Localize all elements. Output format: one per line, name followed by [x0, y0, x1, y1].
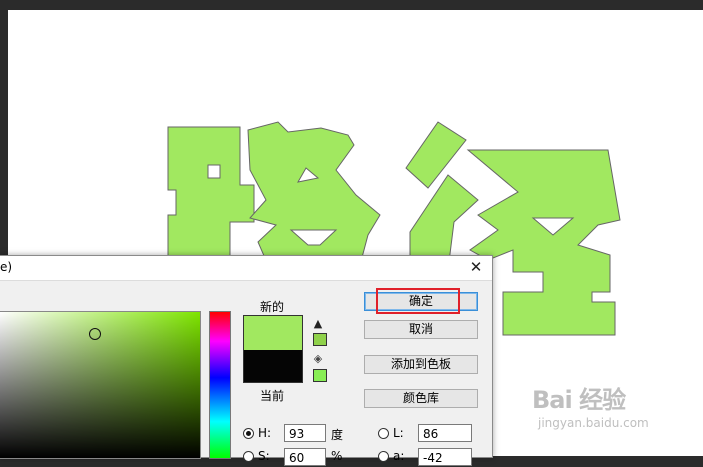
char-lu-right	[247, 121, 381, 266]
highlight-box	[376, 288, 460, 314]
watermark-url: jingyan.baidu.com	[538, 416, 649, 430]
dialog-titlebar[interactable]: e) ✕	[0, 256, 492, 281]
s-label: S:	[258, 449, 270, 463]
a-input[interactable]: -42	[418, 448, 472, 466]
new-color-swatch	[243, 315, 303, 351]
char-lu-left	[167, 126, 255, 271]
new-color-label: 新的	[260, 300, 285, 314]
char-jing-left	[405, 121, 479, 273]
cube-icon[interactable]: ◈	[312, 353, 324, 365]
dialog-title: e)	[0, 260, 13, 274]
l-input[interactable]: 86	[418, 424, 472, 442]
h-input[interactable]: 93	[284, 424, 326, 442]
h-label: H:	[258, 426, 272, 440]
hue-slider[interactable]	[209, 311, 231, 459]
current-color-label: 当前	[260, 389, 285, 403]
h-radio[interactable]	[243, 428, 254, 439]
watermark: Bai 经验 jingyan.baidu.com	[532, 380, 702, 440]
cancel-button[interactable]: 取消	[364, 320, 478, 339]
s-input[interactable]: 60	[284, 448, 326, 466]
s-unit: %	[331, 449, 343, 463]
watermark-logo: Bai 经验	[532, 386, 626, 414]
current-color-swatch[interactable]	[243, 350, 303, 383]
color-picker-dialog: e) ✕ 新的 当前 ▲ ◈ 确定 取消 添加到色板 颜色库 H: 93 度 S…	[0, 255, 493, 466]
s-radio[interactable]	[243, 451, 254, 462]
close-icon[interactable]: ✕	[468, 259, 484, 275]
l-radio[interactable]	[378, 428, 389, 439]
warning-icon[interactable]: ▲	[312, 318, 324, 330]
add-to-swatches-button[interactable]: 添加到色板	[364, 355, 478, 374]
h-unit: 度	[331, 428, 344, 442]
l-label: L:	[393, 426, 404, 440]
web-safe-swatch[interactable]	[313, 369, 327, 382]
color-libraries-button[interactable]: 颜色库	[364, 389, 478, 408]
saturation-value-field[interactable]	[0, 311, 201, 459]
color-cursor[interactable]	[89, 328, 101, 340]
gamut-swatch[interactable]	[313, 333, 327, 346]
a-radio[interactable]	[378, 451, 389, 462]
a-label: a:	[393, 449, 405, 463]
